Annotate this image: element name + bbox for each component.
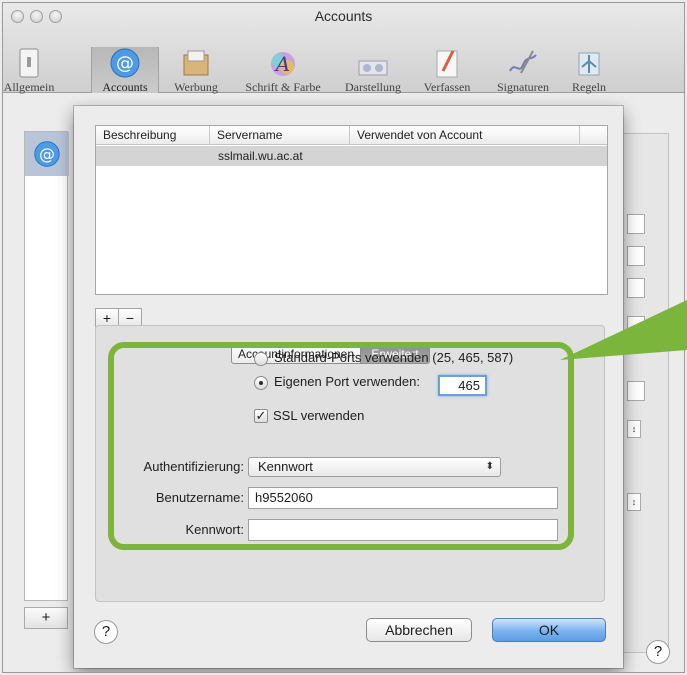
table-header: Beschreibung Servername Verwendet von Ac…: [96, 126, 607, 145]
chevron-updown-icon: ⬍: [485, 461, 494, 472]
svg-text:@: @: [39, 144, 55, 163]
custom-port-label: Eigenen Port verwenden:: [274, 374, 420, 389]
toolbar-item-darstellung[interactable]: Darstellung: [335, 47, 411, 94]
svg-text:A: A: [274, 52, 290, 76]
column-servername[interactable]: Servername: [210, 126, 350, 145]
auth-select-value: Kennwort: [258, 459, 313, 474]
username-input[interactable]: h9552060: [248, 487, 558, 509]
standard-ports-label: Standard-Ports verwenden (25, 465, 587): [274, 350, 514, 365]
titlebar: Accounts Allgemein @ Accounts Werbung A …: [3, 3, 684, 94]
column-beschreibung[interactable]: Beschreibung: [96, 126, 210, 145]
toolbar-item-allgemein[interactable]: Allgemein: [3, 47, 55, 94]
svg-text:@: @: [116, 53, 134, 74]
row-used-by: [350, 146, 580, 166]
font-color-icon: A: [271, 52, 295, 76]
at-icon: @: [110, 48, 140, 78]
bg-field: [627, 214, 645, 234]
auth-select[interactable]: Kennwort ⬍: [248, 457, 501, 477]
account-list[interactable]: @: [24, 131, 69, 601]
username-label: Benutzername:: [155, 490, 244, 505]
rules-icon: [578, 52, 600, 76]
table-row[interactable]: sslmail.wu.ac.at: [96, 146, 607, 166]
column-verwendet-von-account[interactable]: Verwendet von Account: [350, 126, 580, 145]
ssl-checkbox[interactable]: ✓: [254, 409, 268, 423]
account-list-item[interactable]: @: [25, 132, 69, 176]
toolbar-item-accounts[interactable]: @ Accounts: [91, 47, 159, 94]
server-list-sheet: Beschreibung Servername Verwendet von Ac…: [74, 106, 623, 668]
bg-field: [627, 278, 645, 298]
bg-popup-arrows: ↕: [627, 493, 641, 511]
help-button[interactable]: ?: [94, 620, 118, 644]
compose-icon: [436, 50, 458, 78]
toolbar-item-werbung[interactable]: Werbung: [161, 47, 231, 94]
switch-icon: [19, 48, 39, 78]
bg-field: [627, 246, 645, 266]
add-account-button[interactable]: +: [24, 607, 68, 629]
ssl-label: SSL verwenden: [273, 408, 365, 423]
bg-popup-arrows: ↕: [627, 420, 641, 438]
glasses-icon: [358, 60, 388, 76]
toolbar-item-schrift-farbe[interactable]: A Schrift & Farbe: [231, 47, 335, 94]
ok-button[interactable]: OK: [492, 618, 606, 642]
signature-icon: [509, 50, 537, 74]
toolbar-item-regeln[interactable]: Regeln: [563, 47, 615, 94]
standard-ports-radio[interactable]: [254, 352, 268, 366]
window-title: Accounts: [314, 8, 373, 24]
bg-field: [627, 381, 645, 401]
toolbar-item-verfassen[interactable]: Verfassen: [411, 47, 483, 94]
help-button-background[interactable]: ?: [646, 640, 670, 664]
password-input[interactable]: [248, 519, 558, 541]
port-input[interactable]: 465: [438, 375, 487, 396]
row-servername: sslmail.wu.ac.at: [218, 149, 303, 163]
row-description: [96, 146, 210, 166]
cancel-button[interactable]: Abbrechen: [366, 618, 472, 642]
junk-mail-icon: [183, 50, 209, 76]
auth-label: Authentifizierung:: [143, 459, 244, 474]
password-label: Kennwort:: [185, 522, 244, 537]
server-table[interactable]: Beschreibung Servername Verwendet von Ac…: [95, 125, 608, 295]
custom-port-radio[interactable]: [254, 376, 268, 390]
toolbar-item-signaturen[interactable]: Signaturen: [483, 47, 563, 94]
callout-pointer: [560, 300, 687, 360]
at-icon: @: [34, 141, 60, 167]
